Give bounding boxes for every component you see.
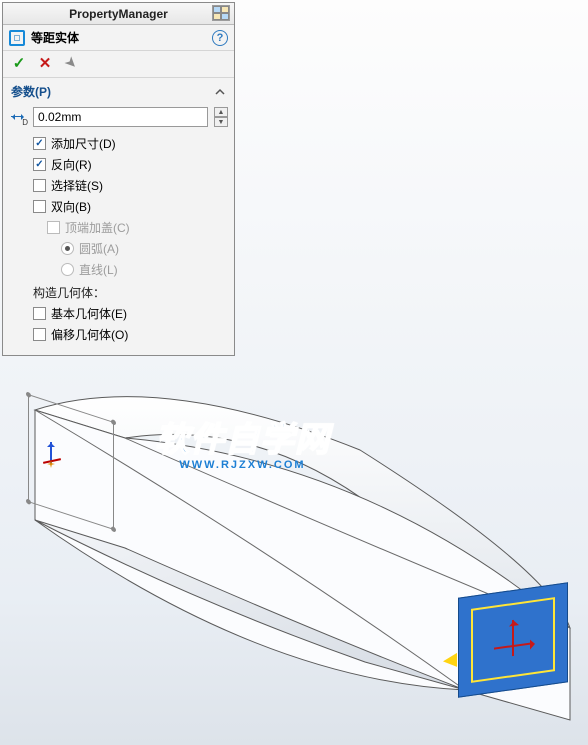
reverse-row[interactable]: ✓ 反向(R) [9,154,228,175]
construction-geom-label: 构造几何体： [9,280,228,303]
cap-arc-row: 圆弧(A) [9,238,228,259]
offset-geom-row[interactable]: 偏移几何体(O) [9,324,228,345]
chevron-up-icon [214,86,226,98]
cap-ends-label: 顶端加盖(C) [65,219,130,236]
select-chain-checkbox[interactable] [33,179,46,192]
reverse-label: 反向(R) [51,156,92,173]
base-geom-checkbox[interactable] [33,307,46,320]
bidirectional-label: 双向(B) [51,198,91,215]
origin-triad-left [39,442,65,468]
confirm-bar: ✓ ✕ ➤ [3,51,234,78]
pin-button[interactable]: ➤ [60,52,83,75]
offset-direction-arrow[interactable] [436,653,457,669]
reverse-checkbox[interactable]: ✓ [33,158,46,171]
watermark-title: 软件自学网 [155,412,330,461]
add-dimension-label: 添加尺寸(D) [51,135,116,152]
cap-line-row: 直线(L) [9,259,228,280]
offset-distance-input[interactable] [33,107,208,127]
section-header-params[interactable]: 参数(P) [3,78,234,103]
cap-arc-label: 圆弧(A) [79,240,119,257]
offset-entities-icon [9,30,25,46]
spinner-up[interactable]: ▲ [214,107,228,117]
cap-line-radio [61,263,74,276]
base-geom-row[interactable]: 基本几何体(E) [9,303,228,324]
base-geom-label: 基本几何体(E) [51,305,127,322]
offset-geom-checkbox[interactable] [33,328,46,341]
cap-arc-radio [61,242,74,255]
panel-layout-icon[interactable] [212,5,230,21]
feature-name: 等距实体 [31,29,212,46]
selected-face-right[interactable] [458,582,568,697]
pm-titlebar: PropertyManager [3,3,234,25]
offset-geom-label: 偏移几何体(O) [51,326,128,343]
watermark-url: WWW.RJZXW.COM [155,459,330,471]
spinner-down[interactable]: ▼ [214,117,228,127]
help-icon[interactable]: ? [212,30,228,46]
watermark: 软件自学网 WWW.RJZXW.COM [155,412,330,471]
cancel-button[interactable]: ✕ [37,55,53,71]
cap-ends-row: 顶端加盖(C) [9,217,228,238]
bidirectional-row[interactable]: 双向(B) [9,196,228,217]
select-chain-label: 选择链(S) [51,177,103,194]
feature-header: 等距实体 ? [3,25,234,51]
select-chain-row[interactable]: 选择链(S) [9,175,228,196]
offset-distance-row: ▲ ▼ [9,107,228,127]
section-header-label: 参数(P) [11,83,51,100]
ok-button[interactable]: ✓ [11,55,27,71]
distance-spinner[interactable]: ▲ ▼ [214,107,228,127]
add-dimension-checkbox[interactable]: ✓ [33,137,46,150]
pm-title: PropertyManager [69,7,168,21]
distance-icon [9,108,27,126]
cap-line-label: 直线(L) [79,261,118,278]
section-body-params: ▲ ▼ ✓ 添加尺寸(D) ✓ 反向(R) 选择链(S) 双向(B) 顶端加盖(… [3,103,234,355]
property-manager-panel: PropertyManager 等距实体 ? ✓ ✕ ➤ 参数(P) ▲ ▼ [2,2,235,356]
bidirectional-checkbox[interactable] [33,200,46,213]
add-dimension-row[interactable]: ✓ 添加尺寸(D) [9,133,228,154]
cap-ends-checkbox [47,221,60,234]
